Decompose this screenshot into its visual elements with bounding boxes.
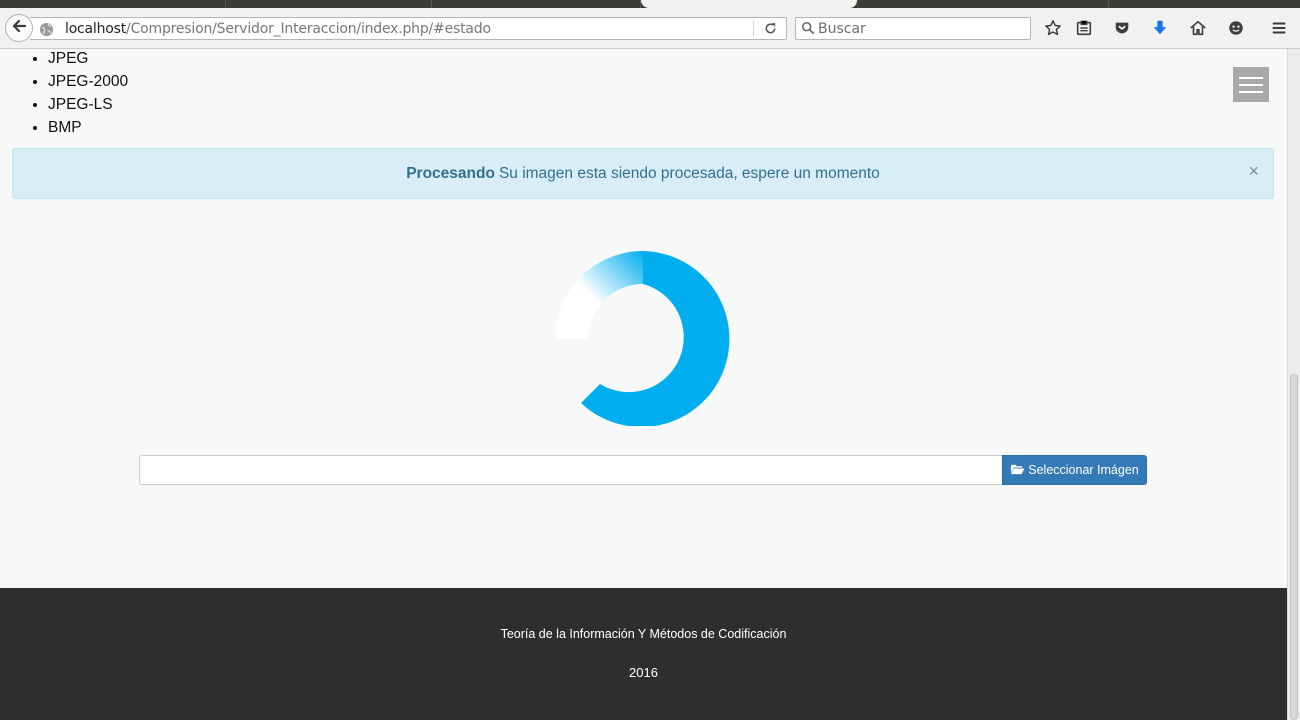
select-image-button[interactable]: Seleccionar Imágen xyxy=(1002,455,1147,485)
pocket-icon[interactable] xyxy=(1112,18,1132,38)
url-bar[interactable]: localhost/Compresion/Servidor_Interaccio… xyxy=(30,17,787,40)
list-item: BMP xyxy=(48,116,128,139)
globe-icon xyxy=(39,22,54,42)
loading-spinner-icon xyxy=(555,251,730,427)
home-icon[interactable] xyxy=(1188,18,1208,38)
search-input[interactable] xyxy=(818,18,1023,39)
alert-message: Su imagen esta siendo procesada, espere … xyxy=(498,164,880,182)
hamburger-line xyxy=(1239,90,1263,93)
reload-icon[interactable] xyxy=(763,21,778,41)
processing-alert: Procesando Su imagen esta siendo procesa… xyxy=(12,148,1274,199)
bookmark-star-icon[interactable] xyxy=(1043,18,1063,38)
footer: Teoría de la Información Y Métodos de Co… xyxy=(0,588,1287,720)
back-button[interactable] xyxy=(5,14,33,42)
navigation-toolbar: localhost/Compresion/Servidor_Interaccio… xyxy=(0,8,1300,49)
tab[interactable] xyxy=(0,0,226,8)
url-text[interactable]: localhost/Compresion/Servidor_Interaccio… xyxy=(65,21,491,37)
list-item: JPEG xyxy=(48,47,128,70)
search-bar[interactable] xyxy=(795,17,1031,40)
vertical-scrollbar[interactable] xyxy=(1287,49,1300,720)
hello-chat-icon[interactable] xyxy=(1226,18,1246,38)
list-item: JPEG-2000 xyxy=(48,70,128,93)
reading-list-icon[interactable] xyxy=(1074,18,1094,38)
hamburger-line xyxy=(1239,76,1263,79)
close-icon[interactable]: × xyxy=(1248,162,1259,180)
file-path-field[interactable] xyxy=(139,455,1003,485)
hamburger-line xyxy=(1239,83,1263,86)
downloads-icon[interactable] xyxy=(1150,18,1170,38)
scrollbar-thumb[interactable] xyxy=(1290,374,1298,720)
footer-course-name: Teoría de la Información Y Métodos de Co… xyxy=(500,627,787,641)
footer-year: 2016 xyxy=(629,665,658,680)
list-item: JPEG-LS xyxy=(48,93,128,116)
select-image-label: Seleccionar Imágen xyxy=(1028,463,1139,477)
tab-strip xyxy=(0,0,1300,8)
url-host: localhost xyxy=(65,21,127,37)
hamburger-menu-button[interactable] xyxy=(1233,67,1269,102)
tab[interactable] xyxy=(432,0,641,8)
url-path: /Compresion/Servidor_Interaccion/index.p… xyxy=(126,21,491,37)
tab[interactable] xyxy=(858,0,1109,8)
back-arrow-icon xyxy=(11,18,27,39)
format-list: JPEG JPEG-2000 JPEG-LS BMP xyxy=(30,47,128,139)
folder-open-icon xyxy=(1010,463,1025,478)
url-divider xyxy=(753,21,754,37)
page-content: JPEG JPEG-2000 JPEG-LS BMP Procesando Su… xyxy=(0,49,1287,720)
tab[interactable] xyxy=(226,0,432,8)
menu-icon[interactable] xyxy=(1269,18,1289,38)
tab-active[interactable] xyxy=(641,0,858,8)
alert-title: Procesando xyxy=(406,164,495,182)
search-icon xyxy=(801,21,815,40)
